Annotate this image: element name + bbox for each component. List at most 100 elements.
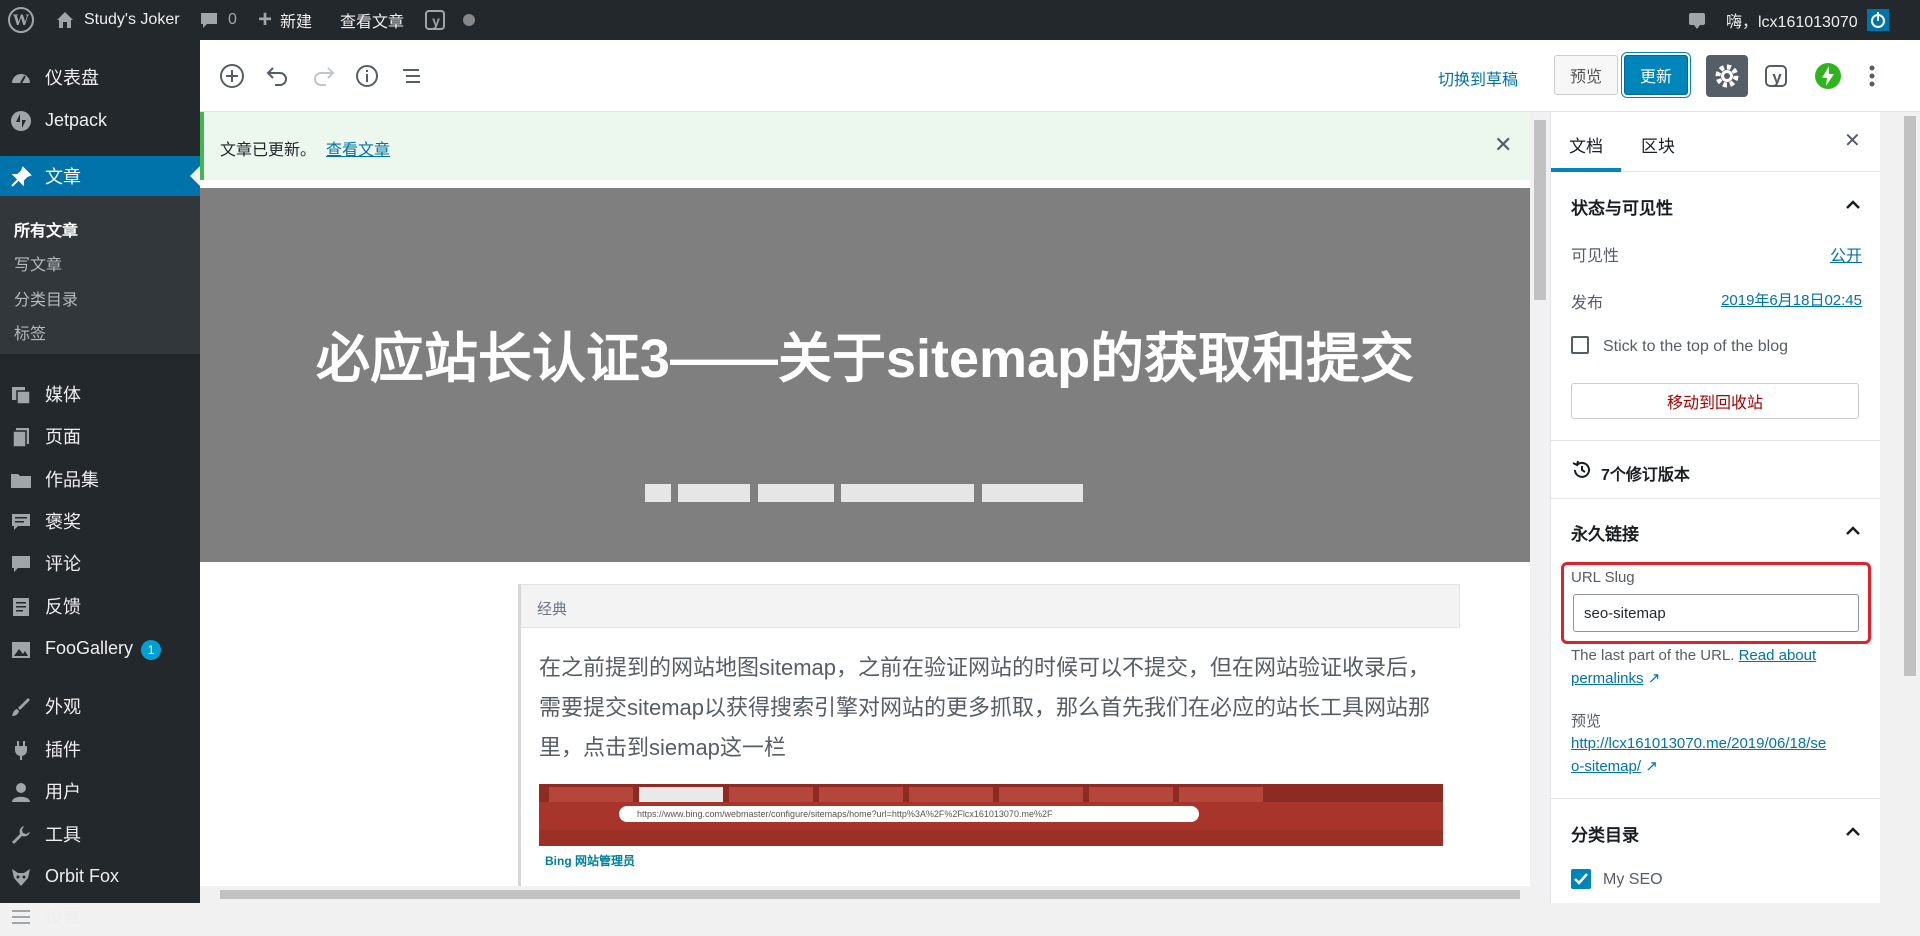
jetpack-icon	[11, 111, 31, 131]
post-title[interactable]: 必应站长认证3——关于sitemap的获取和提交	[200, 314, 1530, 393]
dashboard-icon	[12, 74, 30, 84]
admin-bar: W Study's Joker 0 + 新建 查看文章 y 嗨，lcx16101…	[0, 0, 1920, 40]
view-post-link[interactable]: 查看文章	[340, 0, 404, 40]
site-name: Study's Joker	[84, 11, 180, 28]
jetpack-bolt-icon[interactable]	[1812, 60, 1844, 92]
block-navigation-icon[interactable]	[396, 60, 428, 92]
switch-to-draft-button[interactable]: 切换到草稿	[1438, 66, 1518, 90]
submenu-all-posts[interactable]: 所有文章	[14, 217, 78, 241]
slug-help: The last part of the URL. Read about perm…	[1571, 644, 1871, 690]
settings-toggle-button[interactable]	[1706, 55, 1748, 97]
sidebar-item-orbit-fox[interactable]: Orbit Fox	[0, 856, 200, 896]
update-button[interactable]: 更新	[1624, 55, 1688, 95]
checkmark-icon	[1574, 873, 1588, 885]
editor-canvas: 文章已更新。 查看文章 ✕ 必应站长认证3——关于sitemap的获取和提交 经…	[200, 112, 1530, 886]
scroll-thumb[interactable]	[220, 890, 1520, 899]
user-icon	[12, 783, 30, 802]
settings-sidebar: 文档 区块 ✕ 状态与可见性 可见性 公开 发布 2019年6月18日02:45…	[1550, 112, 1880, 903]
sidebar-item-feedback[interactable]: 反馈	[0, 586, 200, 626]
comment-icon	[201, 13, 217, 28]
sticky-checkbox[interactable]	[1571, 336, 1589, 354]
new-label: 新建	[280, 14, 313, 31]
submenu-write-post[interactable]: 写文章	[14, 251, 62, 275]
submenu-tags[interactable]: 标签	[14, 320, 46, 344]
notification-icon[interactable]	[1686, 0, 1708, 40]
sidebar-item-portfolio[interactable]: 作品集	[0, 459, 200, 499]
visibility-value-link[interactable]: 公开	[1830, 242, 1862, 266]
sidebar-item-label: 文章	[45, 167, 81, 187]
pages-icon	[12, 428, 29, 448]
tab-block[interactable]: 区块	[1641, 132, 1675, 157]
sidebar-item-label: 媒体	[45, 385, 81, 405]
account-menu[interactable]: 嗨，lcx161013070	[1726, 0, 1890, 40]
testimonial-icon	[12, 514, 30, 530]
sidebar-item-pages[interactable]: 页面	[0, 416, 200, 456]
tab-document[interactable]: 文档	[1569, 132, 1603, 157]
sidebar-item-dashboard[interactable]: 仪表盘	[0, 57, 200, 97]
info-icon[interactable]	[351, 60, 383, 92]
panel-tabs: 文档 区块 ✕	[1551, 112, 1880, 172]
bing-brand: Bing 网站管理员	[545, 854, 635, 868]
post-paragraph[interactable]: 在之前提到的网站地图sitemap，之前在验证网站的时候可以不提交，但在网站验证…	[539, 648, 1449, 768]
add-block-icon[interactable]	[216, 60, 248, 92]
external-link-icon: ↗	[1645, 758, 1658, 775]
plus-icon: +	[258, 6, 273, 33]
sidebar-item-users[interactable]: 用户	[0, 771, 200, 811]
new-content-link[interactable]: + 新建	[258, 0, 312, 40]
gear-icon	[1715, 64, 1739, 88]
more-options-icon[interactable]	[1856, 60, 1888, 92]
sidebar-item-settings[interactable]: 设置	[0, 896, 200, 936]
sidebar-item-comments[interactable]: 评论	[0, 543, 200, 583]
wordpress-logo-icon[interactable]: W	[8, 0, 34, 40]
categories-section-title[interactable]: 分类目录	[1571, 821, 1639, 846]
revisions-link[interactable]: 7个修订版本	[1601, 461, 1690, 485]
close-icon[interactable]: ✕	[1494, 132, 1512, 158]
update-label: 更新	[1639, 69, 1672, 86]
sidebar-item-media[interactable]: 媒体	[0, 374, 200, 414]
chevron-up-icon[interactable]	[1844, 823, 1862, 841]
sidebar-item-label: 设置	[45, 907, 81, 927]
close-panel-icon[interactable]: ✕	[1844, 128, 1861, 153]
sidebar-item-foogallery[interactable]: FooGallery 1	[0, 629, 200, 669]
move-to-trash-button[interactable]: 移动到回收站	[1571, 383, 1859, 419]
scroll-thumb[interactable]	[1534, 120, 1546, 300]
status-section-title[interactable]: 状态与可见性	[1571, 194, 1673, 219]
featured-title-area: 必应站长认证3——关于sitemap的获取和提交	[200, 188, 1530, 562]
classic-block[interactable]: 经典 在之前提到的网站地图sitemap，之前在验证网站的时候可以不提交，但在网…	[518, 584, 1460, 886]
preview-url-line: o-sitemap/	[1571, 758, 1642, 775]
svg-text:y: y	[432, 13, 440, 29]
yoast-icon[interactable]: y	[424, 0, 448, 40]
site-name-link[interactable]: Study's Joker	[54, 0, 180, 40]
sidebar-item-appearance[interactable]: 外观	[0, 686, 200, 726]
editor-scrollbar[interactable]	[1530, 112, 1550, 886]
page-scrollbar[interactable]	[1880, 112, 1920, 903]
sidebar-item-label: 页面	[45, 427, 81, 447]
sidebar-item-label: 用户	[45, 782, 81, 802]
publish-date-link[interactable]: 2019年6月18日02:45	[1721, 289, 1862, 310]
category-checkbox[interactable]	[1571, 869, 1591, 889]
sidebar-item-label: 插件	[45, 740, 81, 760]
submenu-categories[interactable]: 分类目录	[14, 286, 78, 310]
notice-view-post-link[interactable]: 查看文章	[326, 136, 390, 160]
preview-url-link[interactable]: http://lcx161013070.me/2019/06/18/se o-s…	[1571, 732, 1871, 778]
comments-link[interactable]: 0	[198, 0, 237, 40]
preview-button[interactable]: 预览	[1554, 55, 1618, 95]
sidebar-item-jetpack[interactable]: Jetpack	[0, 100, 200, 140]
permalink-section-title[interactable]: 永久链接	[1571, 520, 1639, 545]
sidebar-item-label: 外观	[45, 697, 81, 717]
editor-horizontal-scrollbar[interactable]	[200, 886, 1550, 903]
redo-icon[interactable]	[307, 60, 339, 92]
seo-status-dot-icon[interactable]	[462, 0, 476, 40]
sidebar-item-plugins[interactable]: 插件	[0, 729, 200, 769]
sidebar-item-posts[interactable]: 文章	[0, 156, 200, 196]
chevron-up-icon[interactable]	[1844, 522, 1862, 540]
sidebar-item-testimonials[interactable]: 褒奖	[0, 501, 200, 541]
slug-input[interactable]	[1573, 594, 1859, 632]
sidebar-item-label: 褒奖	[45, 512, 81, 532]
chevron-up-icon[interactable]	[1844, 196, 1862, 214]
embedded-screenshot[interactable]: https://www.bing.com/webmaster/configure…	[539, 784, 1443, 886]
sidebar-item-tools[interactable]: 工具	[0, 814, 200, 854]
yoast-seo-icon[interactable]: y	[1762, 60, 1794, 92]
undo-icon[interactable]	[262, 60, 294, 92]
scroll-thumb[interactable]	[1904, 116, 1916, 676]
